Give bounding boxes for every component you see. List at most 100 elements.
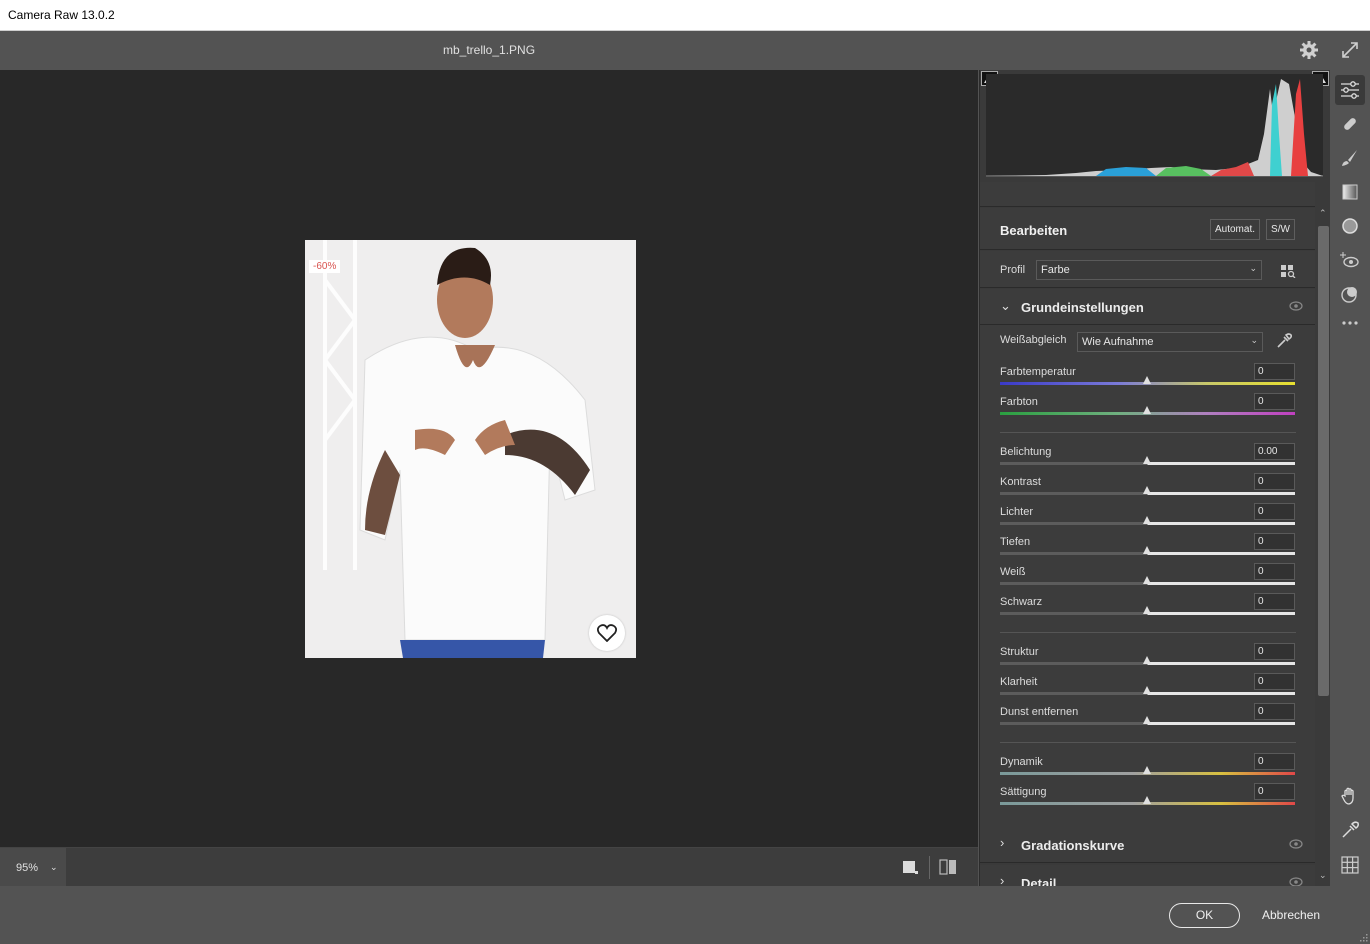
slider-value[interactable]: 0 [1254,363,1295,380]
image-canvas[interactable]: -60% [0,70,978,847]
zoom-select[interactable]: 95% ⌄ [0,848,66,887]
chevron-down-icon: ⌄ [1250,335,1258,345]
edit-sliders-icon[interactable] [1335,75,1365,105]
slider-value[interactable]: 0 [1254,473,1295,490]
slider-belichtung[interactable]: Belichtung 0.00 [1000,443,1296,476]
healing-icon[interactable] [1340,114,1360,134]
window-title: Camera Raw 13.0.2 [8,8,115,22]
slider-thumb[interactable] [1143,606,1151,614]
grid-icon[interactable] [1340,855,1360,875]
eye-icon[interactable] [1289,877,1303,886]
slider-thumb[interactable] [1143,546,1151,554]
section-detail-title: Detail [1021,876,1057,886]
cancel-button[interactable]: Abbrechen [1262,908,1320,922]
slider-struktur[interactable]: Struktur 0 [1000,643,1296,676]
eye-icon[interactable] [1289,301,1303,311]
profile-row: Profil Farbe ⌄ [980,251,1315,288]
slider-thumb[interactable] [1143,686,1151,694]
histogram-graph [986,74,1323,177]
redeye-icon[interactable] [1340,250,1360,270]
slider-value[interactable]: 0 [1254,673,1295,690]
before-after-icon[interactable] [939,859,957,875]
slider-value[interactable]: 0 [1254,703,1295,720]
gradient-icon[interactable] [1340,182,1360,202]
window-titlebar: Camera Raw 13.0.2 [0,0,1370,31]
slider-value[interactable]: 0 [1254,753,1295,770]
scrollbar-thumb[interactable] [1318,226,1329,696]
slider-value[interactable]: 0 [1254,503,1295,520]
slider-thumb[interactable] [1143,406,1151,414]
tool-strip [1330,70,1370,886]
brush-icon[interactable] [1340,148,1360,168]
divider [1000,632,1296,633]
canvas-bottombar: 95% ⌄ [0,847,978,887]
edit-header: Bearbeiten Automat. S/W [980,208,1315,250]
hand-icon[interactable] [1340,786,1360,806]
single-view-icon[interactable] [901,859,919,875]
slider-thumb[interactable] [1143,516,1151,524]
slider-value[interactable]: 0 [1254,563,1295,580]
eyedropper-icon[interactable] [1340,820,1360,840]
slider-dynamik[interactable]: Dynamik 0 [1000,753,1296,786]
chevron-down-icon: ⌄ [1249,263,1257,273]
slider-value[interactable]: 0.00 [1254,443,1295,460]
chevron-down-icon: ⌄ [50,862,58,872]
heart-icon[interactable] [589,615,625,651]
slider-thumb[interactable] [1143,376,1151,384]
slider-thumb[interactable] [1143,766,1151,774]
slider-saettigung[interactable]: Sättigung 0 [1000,783,1296,816]
section-detail-header[interactable]: › Detail [980,865,1315,886]
slider-dunst-entfernen[interactable]: Dunst entfernen 0 [1000,703,1296,736]
chevron-right-icon: › [1000,835,1005,850]
slider-thumb[interactable] [1143,796,1151,804]
slider-thumb[interactable] [1143,576,1151,584]
slider-klarheit[interactable]: Klarheit 0 [1000,673,1296,706]
resize-grip-icon[interactable] [1360,934,1368,942]
slider-kontrast[interactable]: Kontrast 0 [1000,473,1296,506]
slider-value[interactable]: 0 [1254,533,1295,550]
expand-icon[interactable] [1340,40,1360,60]
auto-button[interactable]: Automat. [1210,219,1260,240]
slider-label: Klarheit [1000,676,1038,688]
profile-value: Farbe [1041,264,1070,276]
slider-schwarz[interactable]: Schwarz 0 [1000,593,1296,626]
slider-thumb[interactable] [1143,486,1151,494]
wb-dropdown[interactable]: Wie Aufnahme ⌄ [1077,332,1263,352]
slider-value[interactable]: 0 [1254,643,1295,660]
slider-thumb[interactable] [1143,656,1151,664]
slider-label: Lichter [1000,506,1034,518]
slider-thumb[interactable] [1143,716,1151,724]
edit-title: Bearbeiten [1000,223,1068,238]
toolbar-divider [929,856,930,879]
slider-label: Weiß [1000,566,1026,578]
gear-icon[interactable] [1299,40,1319,60]
more-icon[interactable] [1340,313,1360,333]
slider-farbtemperatur[interactable]: Farbtemperatur 0 [1000,363,1296,396]
section-basic-header[interactable]: ⌄ Grundeinstellungen [980,289,1315,325]
panel-scrollbar[interactable]: ⌃ ⌄ [1316,208,1330,886]
bw-button[interactable]: S/W [1266,219,1295,240]
wb-value: Wie Aufnahme [1082,336,1154,348]
slider-value[interactable]: 0 [1254,783,1295,800]
eye-icon[interactable] [1289,839,1303,849]
slider-lichter[interactable]: Lichter 0 [1000,503,1296,536]
slider-farbton[interactable]: Farbton 0 [1000,393,1296,426]
slider-thumb[interactable] [1143,456,1151,464]
ok-button[interactable]: OK [1169,903,1240,928]
wb-label: Weißabgleich [1000,334,1067,346]
scroll-down-icon[interactable]: ⌄ [1319,870,1327,881]
scroll-up-icon[interactable]: ⌃ [1319,208,1327,219]
photo-preview[interactable]: -60% [305,240,636,658]
slider-value[interactable]: 0 [1254,393,1295,410]
presets-icon[interactable] [1340,284,1360,304]
header-bar: mb_trello_1.PNG [0,31,1370,70]
profile-dropdown[interactable]: Farbe ⌄ [1036,260,1262,280]
profile-browser-icon[interactable] [1280,264,1296,278]
section-curve-header[interactable]: › Gradationskurve [980,827,1315,863]
slider-value[interactable]: 0 [1254,593,1295,610]
radial-icon[interactable] [1340,216,1360,236]
eyedropper-icon[interactable] [1276,333,1292,349]
slider-label: Farbtemperatur [1000,366,1076,378]
slider-weiss[interactable]: Weiß 0 [1000,563,1296,596]
slider-tiefen[interactable]: Tiefen 0 [1000,533,1296,566]
